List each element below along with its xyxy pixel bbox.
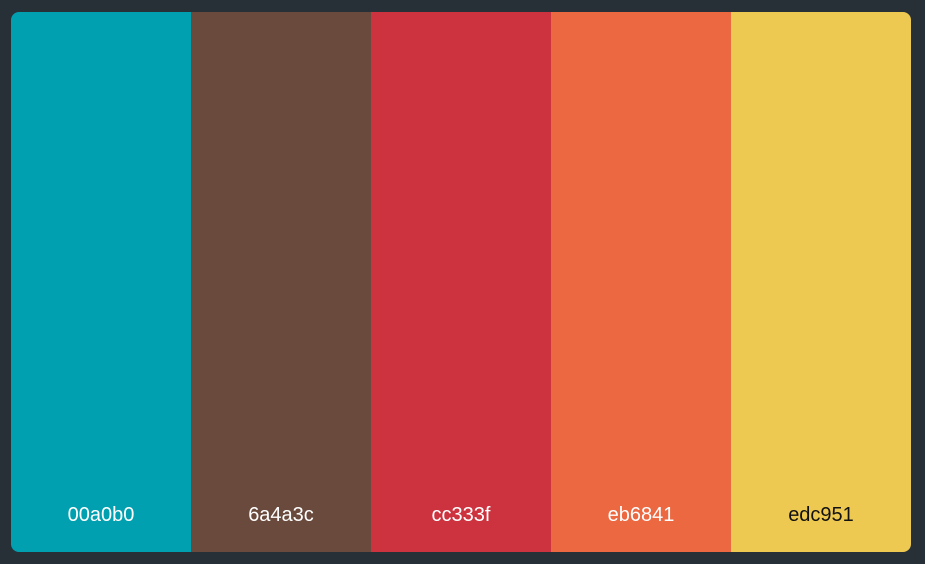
color-swatch-2[interactable]: 6a4a3c <box>191 12 371 552</box>
color-swatch-4[interactable]: eb6841 <box>551 12 731 552</box>
color-hex-label[interactable]: cc333f <box>371 503 551 527</box>
color-palette: 00a0b0 6a4a3c cc333f eb6841 edc951 <box>11 12 911 552</box>
color-swatch-3[interactable]: cc333f <box>371 12 551 552</box>
color-hex-label[interactable]: 6a4a3c <box>191 503 371 527</box>
color-hex-label[interactable]: edc951 <box>731 503 911 527</box>
color-swatch-5[interactable]: edc951 <box>731 12 911 552</box>
color-hex-label[interactable]: 00a0b0 <box>11 503 191 527</box>
color-swatch-1[interactable]: 00a0b0 <box>11 12 191 552</box>
color-hex-label[interactable]: eb6841 <box>551 503 731 527</box>
